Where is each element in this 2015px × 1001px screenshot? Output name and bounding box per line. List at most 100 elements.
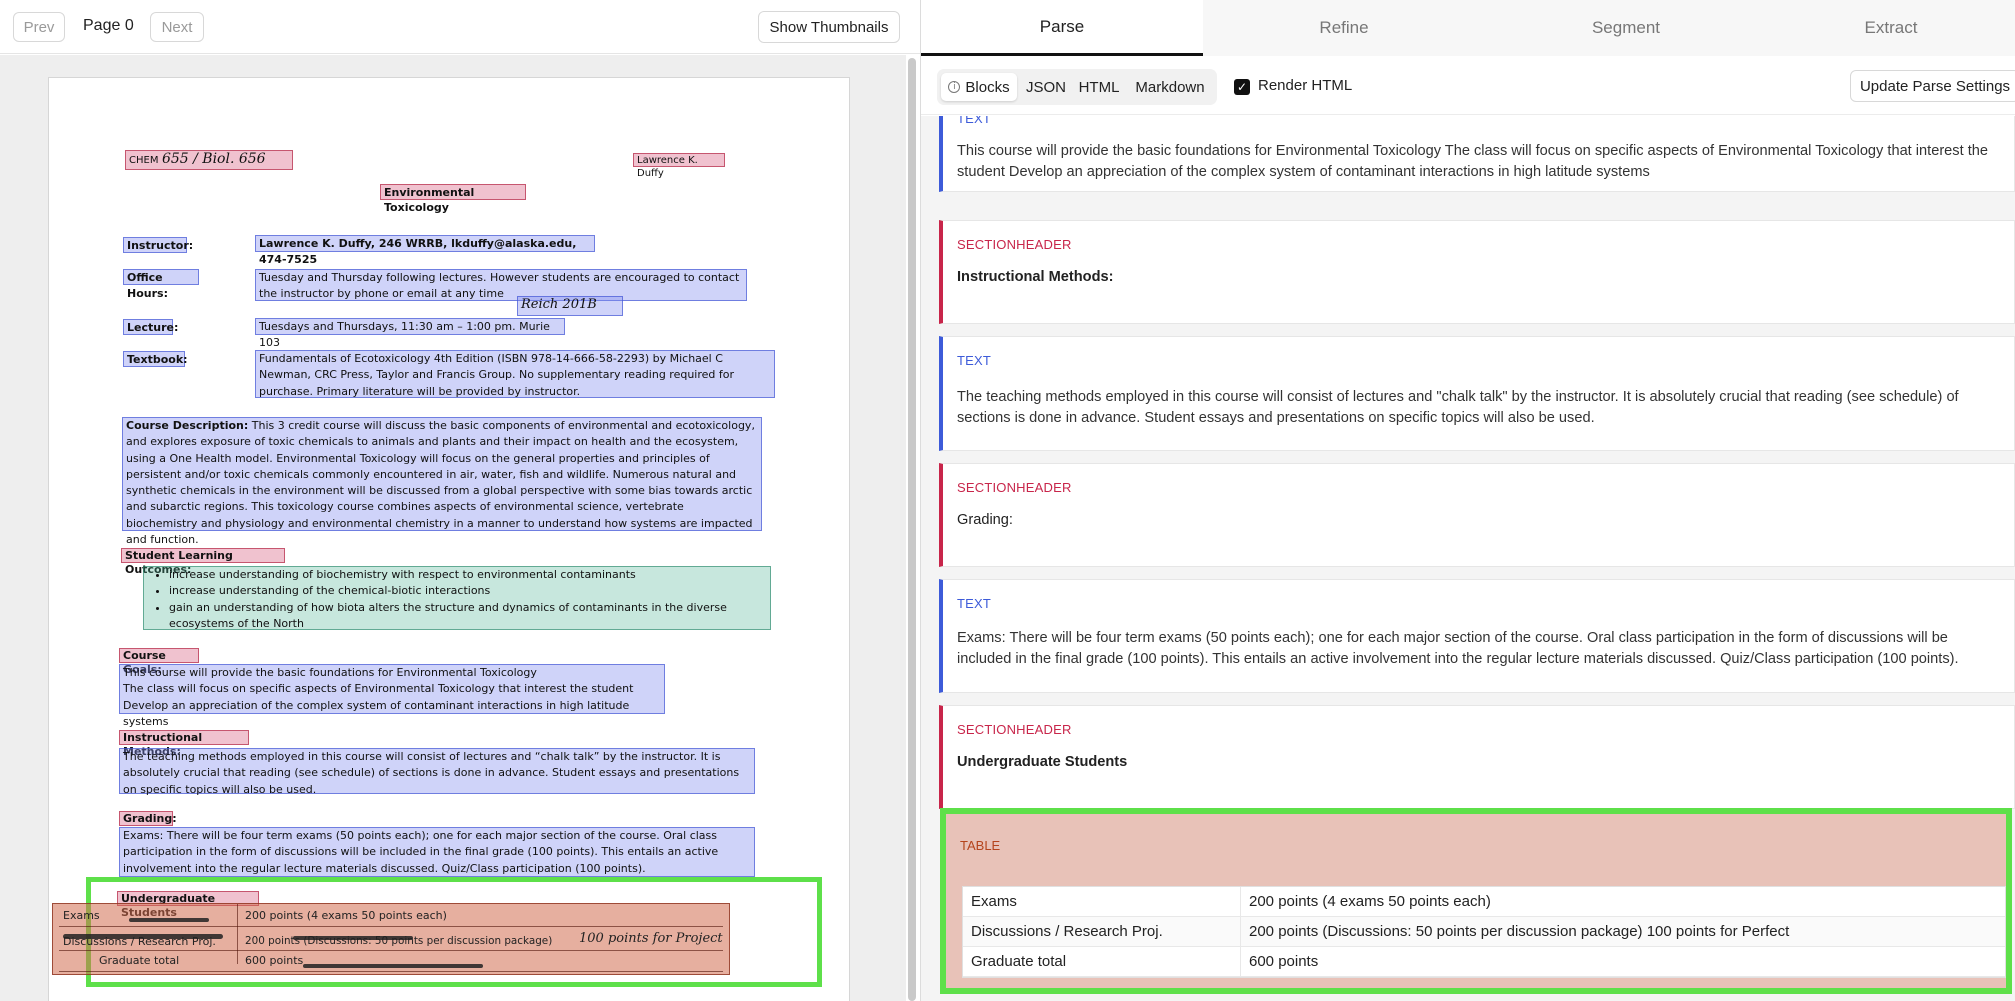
block-content: Instructional Methods: — [957, 269, 1114, 285]
document-toolbar: Prev Page 0 Next Show Thumbnails — [0, 0, 920, 54]
render-html-label: Render HTML — [1258, 77, 1353, 94]
description-text: This 3 credit course will discuss the ba… — [126, 419, 755, 547]
doc-table-cell: 200 points (4 exams 50 points each) — [245, 909, 447, 922]
doc-table-cell: 600 points — [245, 954, 304, 967]
doc-table-handwriting: 100 points for Project — [579, 931, 723, 946]
document-page: CHEM 655 / Biol. 656 Lawrence K. Duffy E… — [48, 77, 850, 1001]
tab-segment[interactable]: Segment — [1485, 0, 1767, 56]
lecture-value-box[interactable]: Tuesdays and Thursdays, 11:30 am – 1:00 … — [255, 318, 565, 349]
document-pane: Prev Page 0 Next Show Thumbnails CHEM 65… — [0, 0, 920, 1001]
document-viewer[interactable]: CHEM 655 / Biol. 656 Lawrence K. Duffy E… — [0, 55, 906, 1001]
table-cell: 600 points — [1249, 953, 1319, 970]
outcomes-list: increase understanding of biochemistry w… — [147, 567, 767, 632]
redaction-scribble — [63, 934, 223, 939]
text-block[interactable]: TEXT The teaching methods employed in th… — [939, 336, 2015, 451]
goals-box[interactable]: This course will provide the basic found… — [119, 664, 665, 728]
course-code-handwritten: 655 / Biol. 656 — [161, 151, 266, 167]
text-block[interactable]: TEXT Exams: There will be four term exam… — [939, 579, 2015, 693]
goals-label-box[interactable]: Course Goals: — [119, 648, 199, 676]
sectionheader-block[interactable]: SECTIONHEADER Undergraduate Students — [939, 705, 2015, 809]
table-cell: Discussions / Research Proj. — [971, 923, 1163, 940]
info-icon: i — [948, 81, 961, 93]
update-parse-settings-button[interactable]: Update Parse Settings — [1850, 70, 2015, 102]
parsed-table: Exams 200 points (4 exams 50 points each… — [962, 886, 2006, 978]
doc-table-cell: Graduate total — [99, 954, 180, 967]
parse-toolbar: i Blocks JSON HTML Markdown ✓ Render HTM… — [921, 57, 2015, 115]
outcome-item: increase understanding of biochemistry w… — [169, 567, 767, 583]
table-row: Graduate total 600 points — [963, 947, 2005, 977]
block-type-label: TEXT — [957, 116, 992, 126]
prev-page-button[interactable]: Prev — [13, 12, 65, 42]
goal-line: The class will focus on specific aspects… — [123, 682, 634, 696]
block-content: The teaching methods employed in this co… — [957, 389, 1959, 426]
grading-label-box[interactable]: Grading: — [119, 811, 177, 826]
block-type-label: TEXT — [957, 596, 992, 611]
methods-label-box[interactable]: Instructional Methods: — [119, 730, 249, 758]
sectionheader-block[interactable]: SECTIONHEADER Grading: — [939, 463, 2015, 567]
doc-table-row: Graduate total 600 points — [59, 952, 723, 972]
block-type-label: TABLE — [960, 838, 1001, 853]
redaction-scribble — [303, 964, 483, 968]
view-mode-group: i Blocks JSON HTML Markdown — [937, 69, 1217, 105]
course-code: CHEM — [129, 155, 159, 166]
author-box[interactable]: Lawrence K. Duffy — [633, 153, 725, 179]
doc-table-row: Exams 200 points (4 exams 50 points each… — [59, 907, 723, 927]
mode-tabs: Parse Refine Segment Extract — [921, 0, 2015, 56]
office-label-box[interactable]: Office Hours: — [123, 269, 199, 300]
document-scrollbar[interactable] — [908, 58, 916, 1001]
view-html-button[interactable]: HTML — [1073, 73, 1125, 101]
instructor-label-box[interactable]: Instructor: — [123, 237, 193, 253]
block-type-label: SECTIONHEADER — [957, 237, 1072, 252]
methods-box[interactable]: The teaching methods employed in this co… — [119, 748, 755, 796]
view-blocks-label: Blocks — [965, 78, 1010, 96]
show-thumbnails-button[interactable]: Show Thumbnails — [758, 11, 900, 43]
table-cell: 200 points (4 exams 50 points each) — [1249, 893, 1491, 910]
doc-title-box[interactable]: Environmental Toxicology — [380, 184, 526, 214]
outcomes-label-box[interactable]: Student Learning Outcomes: — [121, 548, 285, 576]
textbook-label-box[interactable]: Textbook: — [123, 351, 188, 367]
doc-table-cell: Exams — [63, 909, 100, 922]
table-column-divider — [1240, 887, 1241, 916]
view-blocks-button[interactable]: i Blocks — [941, 73, 1017, 101]
view-markdown-button[interactable]: Markdown — [1127, 73, 1213, 101]
grading-box[interactable]: Exams: There will be four term exams (50… — [119, 827, 755, 877]
tab-refine[interactable]: Refine — [1203, 0, 1485, 56]
goal-line: Develop an appreciation of the complex s… — [123, 698, 630, 728]
text-block[interactable]: TEXT This course will provide the basic … — [939, 116, 2015, 192]
table-row: Discussions / Research Proj. 200 points … — [963, 917, 2005, 947]
description-label: Course Description: — [126, 419, 249, 432]
outcomes-list-box[interactable]: increase understanding of biochemistry w… — [143, 566, 771, 630]
office-handwritten-box[interactable]: Reich 201B — [517, 296, 623, 316]
block-content: Exams: There will be four term exams (50… — [957, 630, 1959, 667]
course-code-box[interactable]: CHEM 655 / Biol. 656 — [125, 150, 293, 170]
table-row: Exams 200 points (4 exams 50 points each… — [963, 887, 2005, 917]
doc-table-box[interactable]: Exams 200 points (4 exams 50 points each… — [52, 903, 730, 975]
table-column-divider — [1240, 917, 1241, 946]
table-cell: Graduate total — [971, 953, 1067, 970]
block-content: Undergraduate Students — [957, 754, 1128, 770]
table-cell: 200 points (Discussions: 50 points per d… — [1249, 923, 1790, 940]
redaction-scribble — [129, 918, 209, 922]
goal-line: This course will provide the basic found… — [123, 666, 537, 679]
tab-parse[interactable]: Parse — [921, 0, 1203, 56]
outcome-item: gain an understanding of how biota alter… — [169, 600, 767, 633]
next-page-button[interactable]: Next — [150, 12, 204, 42]
table-column-divider — [1240, 947, 1241, 976]
block-content: Grading: — [957, 512, 1013, 528]
block-type-label: TEXT — [957, 353, 992, 368]
table-cell: Exams — [971, 893, 1017, 910]
textbook-value-box[interactable]: Fundamentals of Ecotoxicology 4th Editio… — [255, 350, 775, 398]
lecture-label-box[interactable]: Lecture: — [123, 319, 178, 335]
table-block[interactable]: TABLE Exams 200 points (4 exams 50 point… — [940, 808, 2012, 994]
description-box[interactable]: Course Description: This 3 credit course… — [122, 417, 762, 546]
outcome-item: increase understanding of the chemical-b… — [169, 583, 767, 599]
render-html-checkbox[interactable]: ✓ — [1234, 79, 1250, 95]
block-type-label: SECTIONHEADER — [957, 480, 1072, 495]
instructor-value-box[interactable]: Lawrence K. Duffy, 246 WRRB, lkduffy@ala… — [255, 235, 595, 266]
office-value-box[interactable]: Tuesday and Thursday following lectures.… — [255, 269, 747, 301]
tab-extract[interactable]: Extract — [1767, 0, 2015, 56]
block-type-label: SECTIONHEADER — [957, 722, 1072, 737]
redaction-scribble — [293, 936, 413, 940]
sectionheader-block[interactable]: SECTIONHEADER Instructional Methods: — [939, 220, 2015, 324]
view-json-button[interactable]: JSON — [1021, 73, 1071, 101]
